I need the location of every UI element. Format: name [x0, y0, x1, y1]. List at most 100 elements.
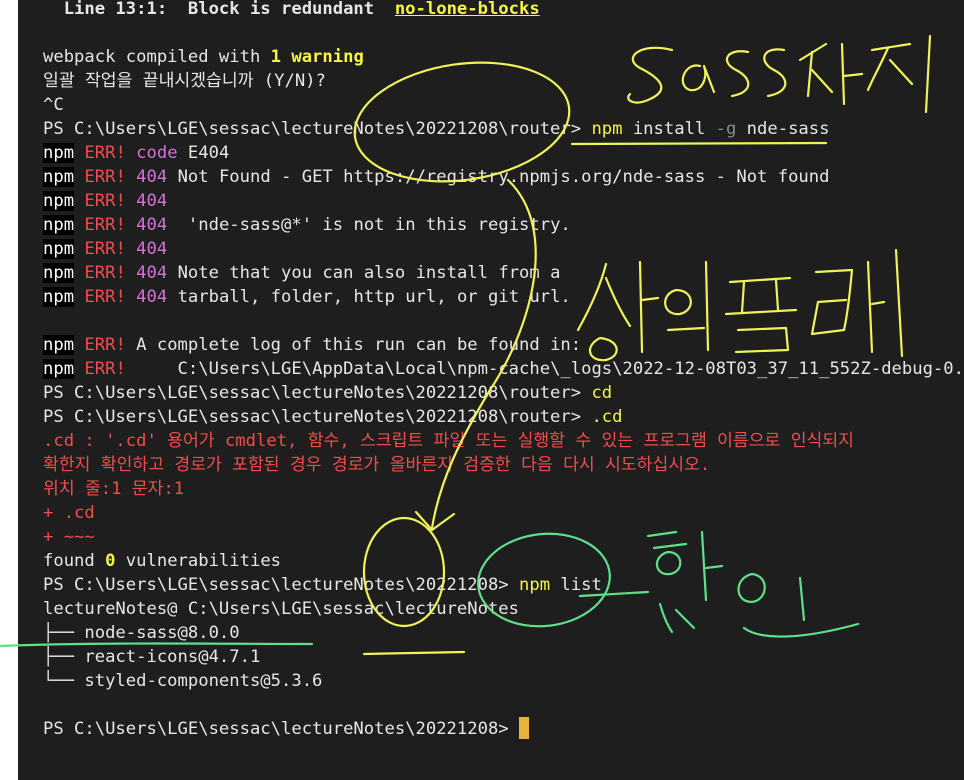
terminal-text: npm [43, 143, 75, 163]
terminal-text: ERR! [84, 191, 126, 211]
terminal-text: npm [43, 263, 75, 283]
terminal-text: ^C [43, 95, 64, 115]
terminal-text: PS C:\Users\LGE\sessac\lectureNotes\2022… [43, 575, 519, 595]
terminal-text: 404 [136, 239, 168, 259]
terminal-text: Line 13:1: Block is redundant [43, 0, 395, 19]
terminal-text: 404 [136, 263, 168, 283]
terminal-text: 404 [136, 215, 168, 235]
terminal-text: + .cd [43, 503, 95, 523]
terminal-text: ERR! [84, 239, 126, 259]
terminal-text: ├── react-icons@4.7.1 [43, 647, 261, 667]
terminal-text: ERR! [84, 215, 126, 235]
terminal-text: PS C:\Users\LGE\sessac\lectureNotes\2022… [43, 119, 592, 139]
terminal-text: lectureNotes@ C:\Users\LGE\sessac\lectur… [43, 599, 519, 619]
terminal-line: 위치 줄:1 문자:1 [43, 477, 964, 501]
terminal-text: npm [43, 359, 75, 379]
terminal-line: npm ERR! 404 Not Found - GET https://reg… [43, 165, 964, 189]
terminal-line: PS C:\Users\LGE\sessac\lectureNotes\2022… [43, 117, 964, 141]
terminal-text: 일괄 작업을 끝내시겠습니까 (Y/N)? [43, 71, 326, 91]
terminal-text: npm [43, 215, 75, 235]
terminal-text: ERR! [84, 143, 126, 163]
terminal-line: npm ERR! 404 [43, 189, 964, 213]
terminal-text: npm [43, 287, 75, 307]
terminal-text: .cd : '.cd' 용어가 cmdlet, 함수, 스크립트 파일 또는 실… [43, 431, 854, 451]
terminal-text: cd [591, 383, 613, 403]
terminal-line: npm ERR! 404 Note that you can also inst… [43, 261, 964, 285]
terminal-cursor [519, 717, 529, 739]
terminal-line: npm ERR! C:\Users\LGE\AppData\Local\npm-… [43, 357, 964, 381]
terminal-text: ERR! [84, 335, 126, 355]
terminal-line: .cd : '.cd' 용어가 cmdlet, 함수, 스크립트 파일 또는 실… [43, 429, 964, 453]
terminal-window[interactable]: Line 13:1: Block is redundant no-lone-bl… [18, 0, 964, 780]
terminal-text: PS C:\Users\LGE\sessac\lectureNotes\2022… [43, 719, 519, 739]
terminal-text: npm [519, 575, 551, 595]
terminal-line: 확한지 확인하고 경로가 포함된 경우 경로가 올바른지 검증한 다음 다시 시… [43, 453, 964, 477]
terminal-text: 위치 줄:1 문자:1 [43, 479, 185, 499]
terminal-line: PS C:\Users\LGE\sessac\lectureNotes\2022… [43, 405, 964, 429]
terminal-text: 404 [136, 191, 168, 211]
terminal-line [43, 693, 964, 717]
terminal-text: found [43, 551, 106, 571]
terminal-line: PS C:\Users\LGE\sessac\lectureNotes\2022… [43, 717, 964, 741]
terminal-line: 일괄 작업을 끝내시겠습니까 (Y/N)? [43, 69, 964, 93]
terminal-text: tarball, folder, http url, or git url. [167, 287, 571, 307]
terminal-text: webpack compiled with [43, 47, 271, 67]
terminal-line: npm ERR! code E404 [43, 141, 964, 165]
terminal-line: PS C:\Users\LGE\sessac\lectureNotes\2022… [43, 381, 964, 405]
terminal-text: Note that you can also install from a [167, 263, 561, 283]
terminal-text: .cd [591, 407, 623, 427]
terminal-text: vulnerabilities [115, 551, 282, 571]
terminal-text: ├── node-sass@8.0.0 [43, 623, 240, 643]
terminal-text: install [622, 119, 716, 139]
terminal-text: Not Found - GET https://registry.npmjs.o… [167, 167, 830, 187]
terminal-line: + .cd [43, 501, 964, 525]
terminal-text: 'nde-sass@*' is not in this registry. [167, 215, 571, 235]
terminal-text: npm [43, 191, 75, 211]
terminal-text: npm [43, 167, 75, 187]
terminal-line [43, 21, 964, 45]
terminal-line: lectureNotes@ C:\Users\LGE\sessac\lectur… [43, 597, 964, 621]
terminal-line: + ~~~ [43, 525, 964, 549]
terminal-line: ├── node-sass@8.0.0 [43, 621, 964, 645]
terminal-line: npm ERR! 404 tarball, folder, http url, … [43, 285, 964, 309]
terminal-text: -g [715, 119, 737, 139]
terminal-line [43, 309, 964, 333]
terminal-text: 확한지 확인하고 경로가 포함된 경우 경로가 올바른지 검증한 다음 다시 시… [43, 455, 711, 475]
terminal-text: ERR! [84, 263, 126, 283]
terminal-line: ^C [43, 93, 964, 117]
terminal-text: 404 [136, 287, 168, 307]
terminal-text: E404 [177, 143, 230, 163]
terminal-text: no-lone-blocks [394, 0, 540, 19]
terminal-text: npm [43, 335, 75, 355]
terminal-line: webpack compiled with 1 warning [43, 45, 964, 69]
terminal-line: found 0 vulnerabilities [43, 549, 964, 573]
terminal-line: npm ERR! 404 [43, 237, 964, 261]
terminal-text: list [550, 575, 602, 595]
terminal-text: ERR! [84, 167, 126, 187]
terminal-text: ERR! [84, 287, 126, 307]
terminal-text: A complete log of this run can be found … [125, 335, 582, 355]
terminal-text: code [136, 143, 178, 163]
terminal-text: ERR! [84, 359, 126, 379]
terminal-text: PS C:\Users\LGE\sessac\lectureNotes\2022… [43, 383, 592, 403]
terminal-line: npm ERR! A complete log of this run can … [43, 333, 964, 357]
terminal-line: PS C:\Users\LGE\sessac\lectureNotes\2022… [43, 573, 964, 597]
terminal-output: Line 13:1: Block is redundant no-lone-bl… [43, 0, 964, 741]
terminal-text: PS C:\Users\LGE\sessac\lectureNotes\2022… [43, 407, 592, 427]
